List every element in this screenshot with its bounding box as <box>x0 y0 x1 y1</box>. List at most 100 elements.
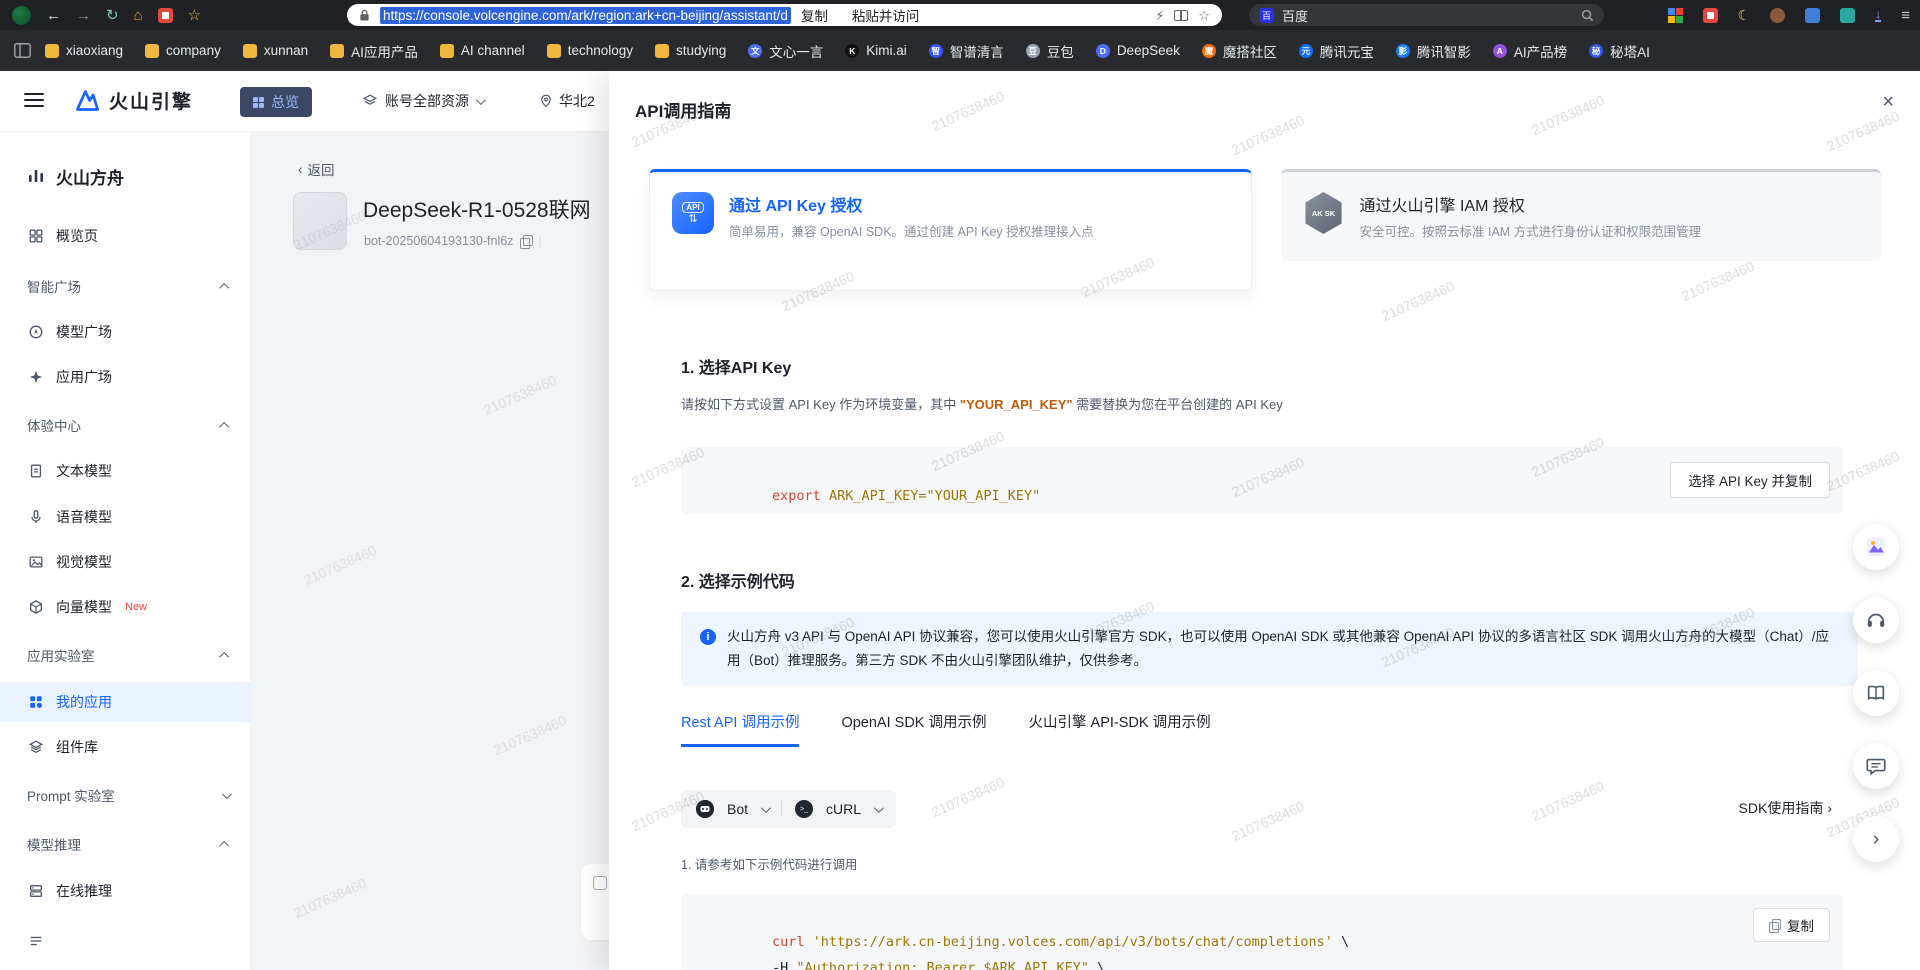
sidebar-item-speech-model[interactable]: 语音模型 <box>0 497 251 537</box>
image-icon <box>27 553 45 571</box>
close-icon[interactable]: × <box>1882 91 1894 114</box>
bookmark-item[interactable]: AI channel <box>439 43 525 58</box>
favorites-icon[interactable]: ☆ <box>188 8 201 23</box>
language-select-value[interactable]: cURL <box>826 801 861 817</box>
bookmark-item[interactable]: 智 智谱清言 <box>928 41 1004 61</box>
chevron-down-icon[interactable] <box>760 802 771 813</box>
bookmark-item[interactable]: xiaoxiang <box>45 43 123 58</box>
extensions-grid-icon[interactable] <box>1667 7 1683 23</box>
target-select-value[interactable]: Bot <box>727 801 748 817</box>
auth-card-iam[interactable]: AK SK 通过火山引擎 IAM 授权 安全可控。按照云标准 IAM 方式进行身… <box>1280 169 1881 261</box>
layers-icon <box>27 738 45 756</box>
ai-assistant-button[interactable] <box>1853 524 1899 570</box>
sdk-guide-link[interactable]: SDK使用指南 › <box>1739 798 1832 818</box>
home-icon[interactable]: ⌂ <box>134 8 143 23</box>
docs-button[interactable] <box>1853 670 1899 716</box>
extension-teal-icon[interactable] <box>1840 7 1856 23</box>
sidebar-section-model-inference[interactable]: 模型推理 <box>0 824 251 864</box>
back-button[interactable]: ‹ 返回 <box>298 159 335 179</box>
chevron-down-icon[interactable] <box>873 802 884 813</box>
sidebar-item-app-square[interactable]: 应用广场 <box>0 357 251 397</box>
watermark-text: 2107638460 <box>929 773 1007 821</box>
sidebar-item-vector-model[interactable]: 向量模型 New <box>0 587 251 627</box>
sidebar-item-online-inference[interactable]: 在线推理 <box>0 871 251 911</box>
auth-card-api-key[interactable]: API ⇅ 通过 API Key 授权 简单易用，兼容 OpenAI SDK。通… <box>649 169 1252 291</box>
bookmark-item[interactable]: D DeepSeek <box>1095 43 1180 58</box>
bookmark-item[interactable]: 文 文心一言 <box>748 41 823 61</box>
url-paste-go-label[interactable]: 粘贴并访问 <box>852 5 920 25</box>
bookmark-item[interactable]: 魔 魔搭社区 <box>1201 41 1277 61</box>
lightning-icon[interactable]: ⚡ <box>1155 9 1164 22</box>
sidebar-item-model-square[interactable]: 模型广场 <box>0 312 251 352</box>
watermark-text: 2107638460 <box>1529 777 1607 825</box>
overview-button[interactable]: 总览 <box>240 87 312 117</box>
select-api-key-button[interactable]: 选择 API Key 并复制 <box>1670 462 1830 498</box>
bookmark-item[interactable]: company <box>145 43 221 58</box>
bookmark-item[interactable]: 影 腾讯智影 <box>1395 41 1471 61</box>
chevron-down-icon <box>475 94 486 105</box>
tab-openai-sdk[interactable]: OpenAI SDK 调用示例 <box>841 711 986 747</box>
feedback-button[interactable] <box>1853 743 1899 789</box>
bookmark-item[interactable]: 豆 豆包 <box>1025 41 1074 61</box>
chevron-right-icon: › <box>1827 800 1832 816</box>
sidebar-item-components[interactable]: 组件库 <box>0 727 251 767</box>
divider <box>781 801 783 817</box>
bot-icon <box>696 800 714 818</box>
extension-icon[interactable] <box>157 7 173 23</box>
copy-icon[interactable] <box>520 235 533 249</box>
collapse-panel-button[interactable]: › <box>1853 816 1899 862</box>
side-panel-icon[interactable] <box>14 43 31 58</box>
back-icon[interactable]: ← <box>46 8 61 23</box>
sidebar-item-overview[interactable]: 概览页 <box>0 216 251 256</box>
extension-red-icon[interactable] <box>1702 7 1718 23</box>
bookmark-star-icon[interactable]: ☆ <box>1198 9 1210 22</box>
sidebar-section-experience[interactable]: 体验中心 <box>0 405 251 445</box>
region-selector[interactable]: 华北2 <box>539 91 595 111</box>
tab-volc-api-sdk[interactable]: 火山引擎 API-SDK 调用示例 <box>1029 711 1211 747</box>
sidebar-item-batch[interactable] <box>0 921 251 961</box>
resource-scope-dropdown[interactable]: 账号全部资源 <box>362 91 486 111</box>
bookmark-item[interactable]: 元 腾讯元宝 <box>1298 41 1374 61</box>
bookmark-item[interactable]: xunnan <box>242 43 308 58</box>
sidebar-section-ai-square[interactable]: 智能广场 <box>0 266 251 306</box>
sidebar-section-prompt-lab[interactable]: Prompt 实验室 <box>0 775 251 815</box>
tab-rest-api[interactable]: Rest API 调用示例 <box>681 711 800 747</box>
sidebar-item-text-model[interactable]: 文本模型 <box>0 451 251 491</box>
reload-icon[interactable]: ↻ <box>106 8 119 23</box>
bookmark-item[interactable]: technology <box>546 43 633 58</box>
bookmark-label: AI应用产品 <box>351 44 418 60</box>
apps-grid-icon <box>27 693 45 711</box>
bookmark-label: company <box>166 43 221 58</box>
sidebar-section-app-lab[interactable]: 应用实验室 <box>0 635 251 675</box>
bookmark-item[interactable]: 秘 秘塔AI <box>1589 41 1650 61</box>
new-badge: New <box>125 601 148 613</box>
nav-hamburger-icon[interactable] <box>24 93 44 107</box>
split-view-icon[interactable] <box>1174 9 1189 21</box>
bookmark-item[interactable]: AI应用产品 <box>330 41 418 61</box>
watermark-text: 2107638460 <box>301 541 379 589</box>
sidebar-item-vision-model[interactable]: 视觉模型 <box>0 542 251 582</box>
bookmark-item[interactable]: studying <box>655 43 726 58</box>
dark-mode-icon[interactable]: ☾ <box>1738 7 1751 24</box>
customer-service-button[interactable] <box>1853 597 1899 643</box>
volcengine-logo[interactable]: 火山引擎 <box>74 87 193 114</box>
browser-menu-icon[interactable]: ≡ <box>1901 7 1910 24</box>
watermark-text: 2107638460 <box>491 711 569 759</box>
extension-blue-icon[interactable] <box>1805 7 1821 23</box>
bookmark-label: DeepSeek <box>1116 43 1180 58</box>
info-icon: i <box>700 629 716 645</box>
secondary-search[interactable]: 百 百度 <box>1249 4 1604 26</box>
downloads-icon[interactable]: ↓ <box>1875 8 1882 22</box>
address-bar[interactable]: https://console.volcengine.com/ark/regio… <box>347 4 1222 26</box>
volcengine-logo-icon <box>76 90 99 111</box>
browser-profile-avatar[interactable] <box>12 5 31 25</box>
copy-code-button[interactable]: 复制 <box>1753 908 1830 942</box>
url-copy-label[interactable]: 复制 <box>801 5 828 25</box>
watermark-text: 2107638460 <box>1229 797 1307 845</box>
extension-brown-icon[interactable] <box>1770 7 1786 23</box>
forward-icon[interactable]: → <box>76 8 91 23</box>
bookmark-item[interactable]: K Kimi.ai <box>845 43 907 58</box>
sidebar-item-my-apps[interactable]: 我的应用 <box>0 682 251 722</box>
bookmark-item[interactable]: A AI产品榜 <box>1492 41 1567 61</box>
mountain-ai-icon <box>1866 537 1886 557</box>
